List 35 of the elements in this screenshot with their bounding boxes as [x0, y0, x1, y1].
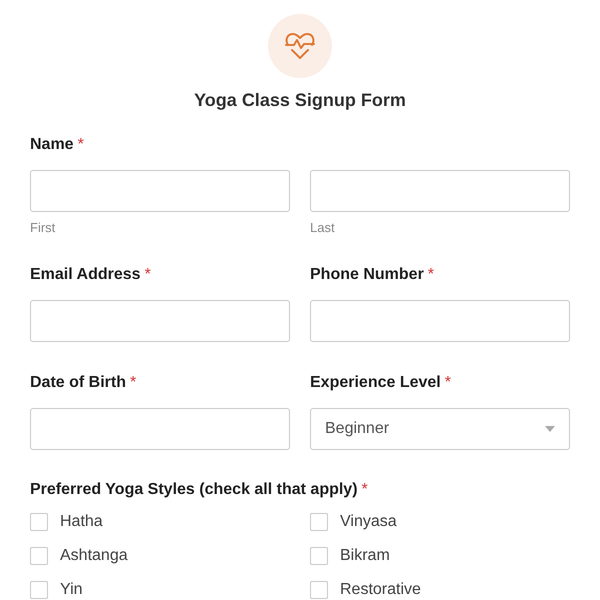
- checkbox[interactable]: [310, 512, 328, 530]
- input-field[interactable]: [30, 408, 290, 450]
- checkbox-option[interactable]: Ashtanga: [30, 546, 290, 566]
- field-label: Preferred Yoga Styles (check all that apply): [30, 480, 358, 500]
- required-mark: *: [362, 480, 368, 500]
- checkbox[interactable]: [310, 580, 328, 598]
- checkbox-option[interactable]: Yin: [30, 580, 290, 600]
- input-field[interactable]: [30, 300, 290, 342]
- field-label: Date of Birth: [30, 372, 126, 392]
- heartbeat-icon: [284, 32, 316, 60]
- input-field[interactable]: [30, 170, 290, 212]
- required-mark: *: [428, 264, 434, 284]
- field-sublabel: First: [30, 219, 56, 237]
- field-label: Email Address: [30, 264, 141, 284]
- form-title: Yoga Class Signup Form: [194, 89, 406, 112]
- caret-icon: [545, 426, 555, 432]
- checkbox[interactable]: [310, 546, 328, 564]
- field-label: Phone Number: [310, 264, 424, 284]
- checkbox-option[interactable]: Vinyasa: [310, 512, 570, 532]
- required-mark: *: [130, 372, 136, 392]
- checkbox[interactable]: [30, 546, 48, 564]
- checkbox[interactable]: [30, 580, 48, 598]
- checkbox-option[interactable]: Hatha: [30, 512, 290, 532]
- checkbox-option[interactable]: Bikram: [310, 546, 570, 566]
- required-mark: *: [78, 135, 84, 155]
- experience-select[interactable]: Beginner: [310, 408, 570, 450]
- required-mark: *: [444, 372, 451, 392]
- checkbox[interactable]: [30, 512, 48, 530]
- required-mark: *: [144, 264, 151, 284]
- checkbox-option[interactable]: Restorative: [310, 580, 570, 600]
- field-sublabel: Last: [310, 219, 336, 237]
- field-label: Name: [30, 135, 74, 155]
- field-label: Experience Level: [310, 372, 441, 392]
- input-field[interactable]: [310, 300, 570, 342]
- input-field[interactable]: [310, 170, 570, 212]
